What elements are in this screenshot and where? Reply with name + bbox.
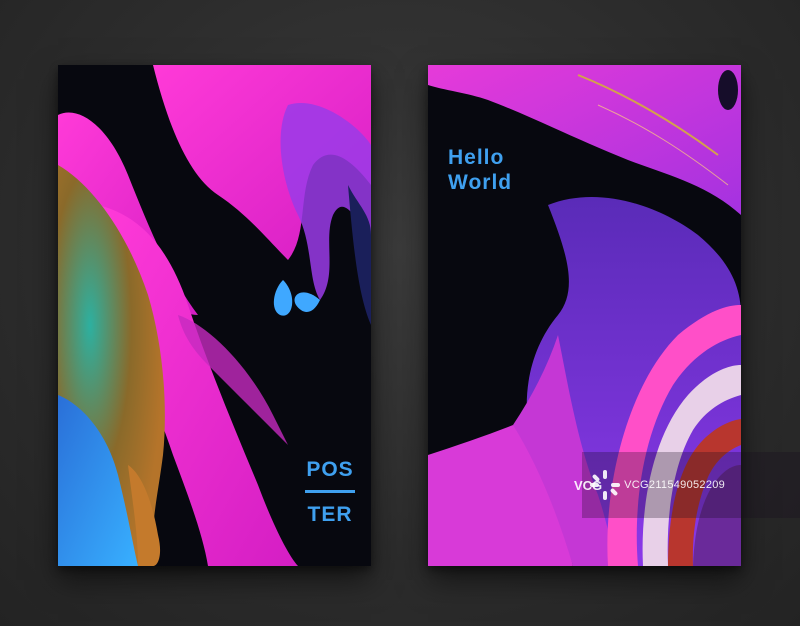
watermark-code: VCG211549052209 <box>624 479 726 491</box>
watermark: VCG VCG211549052209 <box>574 452 800 518</box>
poster-left: POS TER <box>58 65 371 566</box>
poster-left-divider <box>305 490 355 493</box>
poster-left-line2: TER <box>307 503 353 526</box>
poster-right-line2: World <box>448 171 513 194</box>
poster-left-line1: POS <box>306 458 354 481</box>
vcg-logo-icon <box>590 470 620 500</box>
poster-right-line1: Hello <box>448 146 505 169</box>
poster-right-title: Hello World <box>448 145 512 195</box>
poster-left-title: POS TER <box>300 457 360 527</box>
